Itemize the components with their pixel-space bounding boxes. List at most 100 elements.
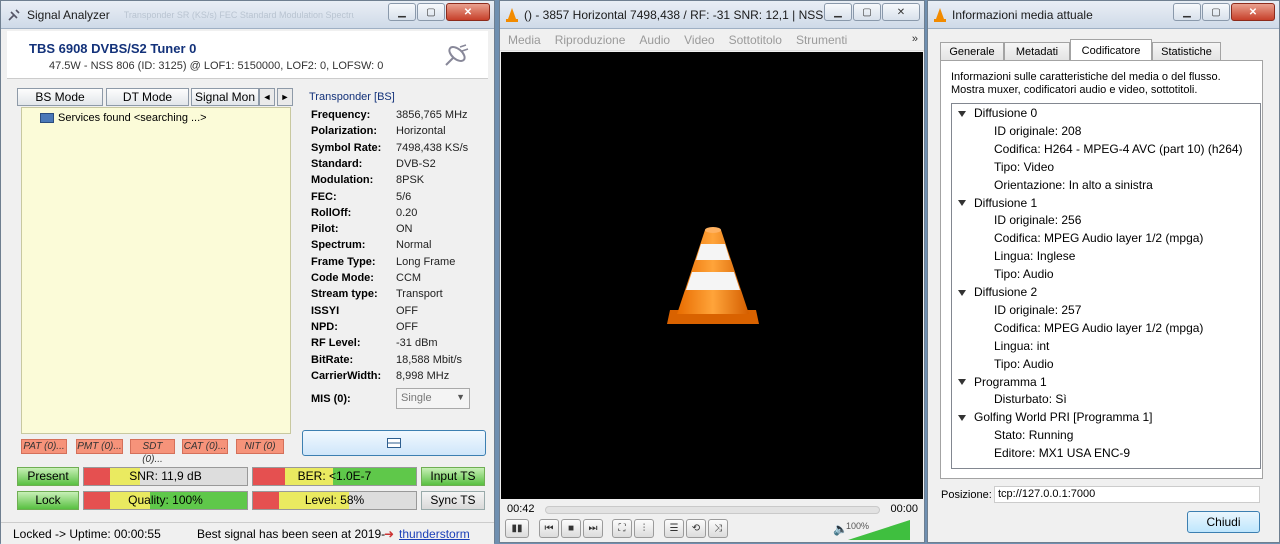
minimize-button[interactable]: ▁: [388, 3, 416, 21]
menu-sottotitolo[interactable]: Sottotitolo: [729, 33, 782, 47]
dt-mode-button[interactable]: DT Mode: [106, 88, 189, 106]
present-indicator: Present: [17, 467, 79, 486]
lock-indicator: Lock: [17, 491, 79, 510]
services-found-label: Services found <searching ...>: [58, 112, 207, 124]
menu-video[interactable]: Video: [684, 33, 714, 47]
tree-leaf: Tipo: Video: [994, 159, 1055, 174]
tab-statistiche[interactable]: Statistiche: [1152, 42, 1221, 61]
tree-leaf: Lingua: Inglese: [994, 249, 1076, 264]
transponder-key: RF Level:: [311, 337, 361, 350]
tree-leaf: Lingua: int: [994, 338, 1050, 353]
menu-audio[interactable]: Audio: [639, 33, 670, 47]
mis-label: MIS (0):: [311, 393, 351, 405]
menu-riproduzione[interactable]: Riproduzione: [555, 33, 626, 47]
mis-select[interactable]: Single ▼: [396, 388, 470, 409]
transponder-key: Standard:: [311, 157, 363, 170]
signal-analyzer-titlebar[interactable]: Signal Analyzer Transponder SR (KS/s) FE…: [1, 1, 494, 29]
status-best-signal: Best signal has been seen at 2019-: [197, 527, 386, 541]
video-area[interactable]: [501, 52, 923, 499]
transponder-key: RollOff:: [311, 206, 352, 219]
shuffle-icon[interactable]: ⤨: [708, 519, 728, 538]
bs-mode-button[interactable]: BS Mode: [17, 88, 103, 106]
transponder-value: CCM: [396, 272, 422, 284]
expand-triangle-icon[interactable]: [958, 200, 966, 207]
tree-leaf: Editore: MX1 USA ENC-9: [994, 446, 1131, 461]
transponder-value: 8PSK: [396, 174, 425, 187]
tree-node[interactable]: Programma 1: [958, 375, 1047, 389]
tree-node[interactable]: Diffusione 1: [958, 196, 1037, 210]
menu-media[interactable]: Media: [508, 33, 541, 47]
ber-label: BER: <1.0E-7: [297, 469, 372, 483]
tab-codificatore[interactable]: Codificatore: [1070, 39, 1152, 62]
vlc-close-button[interactable]: ✕: [882, 3, 920, 21]
stop-icon[interactable]: ■: [561, 519, 581, 538]
vlc-menubar: Media Riproduzione Audio Video Sottotito…: [500, 29, 924, 51]
expand-triangle-icon[interactable]: [958, 289, 966, 296]
vlc-cone-icon: [506, 7, 518, 22]
signal-mon-button[interactable]: Signal Mon: [191, 88, 259, 106]
tree-node[interactable]: Diffusione 2: [958, 285, 1037, 299]
snr-label: SNR: 11,9 dB: [129, 469, 202, 483]
satellite-icon: [8, 8, 20, 21]
thunderstorm-link[interactable]: thunderstorm: [399, 527, 470, 541]
codec-description: Informazioni sulle caratteristiche del m…: [951, 71, 1261, 97]
vlc-cone-icon: [934, 7, 946, 22]
transponder-value: 7498,438 KS/s: [396, 141, 469, 154]
expand-triangle-icon[interactable]: [958, 379, 966, 386]
previous-icon[interactable]: ⏮: [539, 519, 559, 538]
tree-node-label: Diffusione 2: [974, 285, 1038, 299]
transponder-panel: Transponder [BS] Frequency: 3856,765 MHz P…: [301, 91, 487, 419]
scroll-right-icon[interactable]: ►: [277, 88, 293, 106]
mi-minimize-button[interactable]: ▁: [1173, 3, 1201, 21]
status-uptime: Locked -> Uptime: 00:00:55: [13, 527, 161, 541]
tree-node[interactable]: Golfing World PRI [Programma 1]: [958, 410, 1153, 424]
vlc-titlebar[interactable]: () - 3857 Horizontal 7498,438 / RF: -31 …: [500, 1, 924, 29]
extended-settings-icon[interactable]: ⫶: [634, 519, 654, 538]
services-tree[interactable]: Services found <searching ...>: [21, 107, 291, 434]
codec-tree[interactable]: Diffusione 0 ID originale: 208 Codifica: H…: [951, 103, 1261, 469]
tree-leaf: Tipo: Audio: [994, 356, 1054, 371]
mi-maximize-button[interactable]: ▢: [1202, 3, 1230, 21]
maximize-button[interactable]: ▢: [417, 3, 445, 21]
chiudi-button[interactable]: Chiudi: [1187, 511, 1260, 533]
window-title-faded: Transponder SR (KS/s) FEC Standard Modul…: [123, 9, 354, 20]
tree-leaf: Codifica: MPEG Audio layer 1/2 (mpga): [994, 231, 1204, 246]
level-meter: Level: 58%: [252, 491, 417, 510]
pause-button[interactable]: ▮▮: [505, 519, 529, 538]
quality-meter: Quality: 100%: [83, 491, 248, 510]
next-icon[interactable]: ⏭: [583, 519, 603, 538]
scroll-left-icon[interactable]: ◄: [259, 88, 275, 106]
vlc-cone-logo: [667, 227, 759, 324]
loop-icon[interactable]: ⟲: [686, 519, 706, 538]
tab-generale[interactable]: Generale: [940, 42, 1004, 61]
nit-badge: NIT (0): [236, 439, 284, 454]
close-button[interactable]: ✕: [446, 3, 490, 21]
tuner-name: TBS 6908 DVBS/S2 Tuner 0: [29, 41, 197, 56]
tree-node[interactable]: Diffusione 0: [958, 106, 1037, 120]
transponder-value: 18,588 Mbit/s: [396, 353, 463, 366]
media-info-titlebar[interactable]: Informazioni media attuale ▁ ▢ ✕: [928, 1, 1279, 29]
table-view-button[interactable]: [302, 430, 486, 456]
playlist-icon[interactable]: ☰: [664, 519, 684, 538]
transponder-value: Transport: [396, 288, 443, 301]
menu-strumenti[interactable]: Strumenti: [796, 33, 847, 47]
menu-overflow-icon[interactable]: »: [912, 33, 918, 45]
vlc-maximize-button[interactable]: ▢: [853, 3, 881, 21]
volume-percent: 100%: [846, 521, 870, 531]
vlc-minimize-button[interactable]: ▁: [824, 3, 852, 21]
expand-triangle-icon[interactable]: [958, 110, 966, 117]
services-found-item[interactable]: Services found <searching ...>: [40, 112, 207, 124]
signal-analyzer-window: Signal Analyzer Transponder SR (KS/s) FE…: [0, 0, 495, 544]
expand-triangle-icon[interactable]: [958, 415, 966, 422]
transponder-value: ON: [396, 223, 413, 236]
mi-close-button[interactable]: ✕: [1231, 3, 1275, 21]
transponder-value: 5/6: [396, 190, 412, 203]
quality-label: Quality: 100%: [128, 493, 203, 507]
tab-metadati[interactable]: Metadati: [1004, 42, 1070, 61]
fullscreen-icon[interactable]: ⛶: [612, 519, 632, 538]
transponder-key: Polarization:: [311, 125, 378, 138]
tree-leaf: ID originale: 257: [994, 302, 1082, 317]
transponder-key: FEC:: [311, 190, 337, 203]
position-field[interactable]: tcp://127.0.0.1:7000: [994, 486, 1260, 503]
seek-bar[interactable]: [545, 506, 880, 514]
